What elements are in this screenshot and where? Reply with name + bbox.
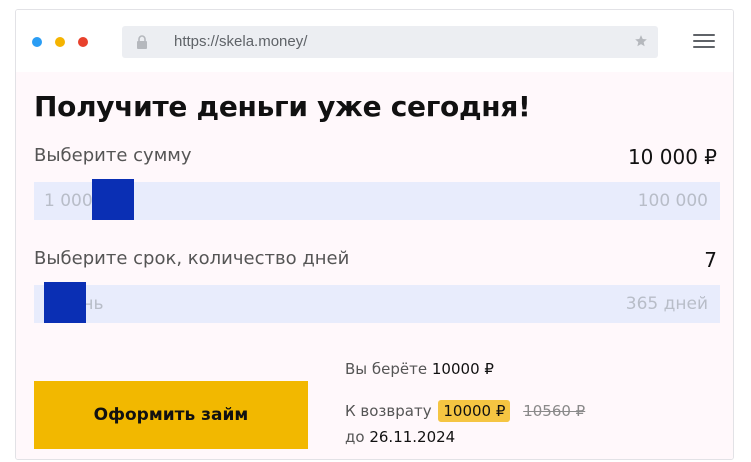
hamburger-menu-icon[interactable]	[693, 34, 715, 50]
url-text[interactable]: https://skela.money/	[174, 33, 307, 50]
amount-slider-max: 100 000	[637, 191, 708, 211]
summary-take-label: Вы берёте	[345, 360, 428, 378]
summary-return: К возврату 10000 ₽ 10560 ₽	[345, 400, 585, 422]
apply-loan-button[interactable]: Оформить займ	[34, 381, 308, 449]
summary-return-badge: 10000 ₽	[438, 400, 511, 422]
bookmark-star-icon[interactable]	[634, 34, 648, 48]
term-slider-track[interactable]: 1 день 365 дней	[34, 282, 720, 323]
amount-value: 10 000 ₽	[627, 145, 717, 169]
term-value: 7	[704, 248, 717, 272]
amount-slider-track[interactable]: 1 000 100 000	[34, 179, 720, 220]
browser-window: https://skela.money/ Получите деньги уже…	[15, 9, 734, 460]
summary-until: до 26.11.2024	[345, 428, 455, 446]
browser-titlebar: https://skela.money/	[16, 10, 733, 72]
window-dot-blue[interactable]	[32, 37, 42, 47]
amount-slider-thumb[interactable]	[92, 179, 134, 220]
window-dot-yellow[interactable]	[55, 37, 65, 47]
term-slider-thumb[interactable]	[44, 282, 86, 323]
amount-slider-min: 1 000	[44, 191, 93, 211]
term-slider-max: 365 дней	[625, 294, 708, 314]
page-title: Получите деньги уже сегодня!	[34, 90, 531, 123]
address-bar[interactable]: https://skela.money/	[122, 26, 658, 58]
summary-return-label: К возврату	[345, 402, 432, 420]
lock-icon	[137, 35, 147, 49]
window-dot-red[interactable]	[78, 37, 88, 47]
page-content: Получите деньги уже сегодня! Выберите су…	[16, 72, 733, 459]
amount-label: Выберите сумму	[34, 145, 192, 166]
summary-until-date: 26.11.2024	[369, 428, 456, 446]
term-label: Выберите срок, количество дней	[34, 248, 350, 269]
summary-until-label: до	[345, 428, 365, 446]
summary-take-value: 10000 ₽	[431, 360, 494, 378]
summary-return-old-price: 10560 ₽	[523, 402, 586, 420]
summary-take: Вы берёте 10000 ₽	[345, 360, 494, 378]
